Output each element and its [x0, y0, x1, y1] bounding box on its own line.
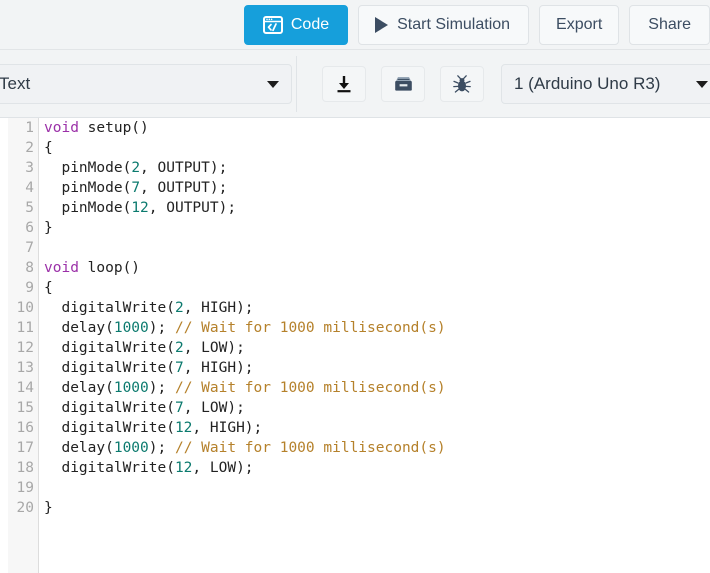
- code-line[interactable]: 6}: [0, 218, 710, 238]
- code-line[interactable]: 13 digitalWrite(7, HIGH);: [0, 358, 710, 378]
- code-line[interactable]: 9{: [0, 278, 710, 298]
- code-line-source: }: [44, 220, 53, 236]
- play-icon: [373, 16, 389, 34]
- code-line[interactable]: 17 delay(1000); // Wait for 1000 millise…: [0, 438, 710, 458]
- library-button[interactable]: [381, 66, 425, 102]
- line-number: 17: [16, 440, 34, 456]
- code-line[interactable]: 8 void loop(): [0, 258, 710, 278]
- start-simulation-button[interactable]: Start Simulation: [358, 4, 530, 45]
- code-line-source: delay(1000); // Wait for 1000 millisecon…: [44, 320, 446, 336]
- code-line-source: pinMode(2, OUTPUT);: [44, 160, 228, 176]
- code-line-source: {: [44, 140, 53, 156]
- code-button-label: Code: [290, 15, 330, 33]
- line-number: 18: [16, 460, 34, 476]
- toolbar-divider: [296, 56, 297, 112]
- code-line-source: pinMode(12, OUTPUT);: [44, 200, 237, 216]
- code-line[interactable]: 14 delay(1000); // Wait for 1000 millise…: [0, 378, 710, 398]
- editor-mode-select[interactable]: Text: [0, 64, 292, 104]
- line-number: 7: [25, 240, 34, 256]
- export-button-label: Export: [556, 15, 603, 33]
- code-line-source: void loop(): [44, 260, 141, 276]
- line-number: 6: [25, 220, 34, 236]
- code-line[interactable]: 19: [0, 478, 710, 498]
- code-line[interactable]: 18 digitalWrite(12, LOW);: [0, 458, 710, 478]
- start-simulation-label: Start Simulation: [397, 15, 511, 33]
- line-number: 19: [16, 480, 34, 496]
- code-line-source: digitalWrite(12, HIGH);: [44, 420, 263, 436]
- code-line[interactable]: 10 digitalWrite(2, HIGH);: [0, 298, 710, 318]
- line-number: 8: [25, 260, 34, 276]
- code-line[interactable]: 7: [0, 238, 710, 258]
- code-line-source: pinMode(7, OUTPUT);: [44, 180, 228, 196]
- code-line[interactable]: 1 void setup(): [0, 118, 710, 138]
- code-line-source: delay(1000); // Wait for 1000 millisecon…: [44, 440, 446, 456]
- line-number: 15: [16, 400, 34, 416]
- code-line[interactable]: 4 pinMode(7, OUTPUT);: [0, 178, 710, 198]
- code-window-icon: [262, 15, 283, 34]
- code-line-source: digitalWrite(7, LOW);: [44, 400, 245, 416]
- circuit-simulator-code-panel: Code Start Simulation Export Share Text: [0, 0, 710, 573]
- download-icon: [334, 74, 354, 94]
- line-number: 3: [25, 160, 34, 176]
- line-number: 11: [16, 320, 34, 336]
- code-line[interactable]: 20}: [0, 498, 710, 518]
- share-button-label: Share: [648, 15, 691, 33]
- chevron-down-icon: [696, 80, 708, 88]
- line-number: 13: [16, 360, 34, 376]
- board-select[interactable]: 1 (Arduino Uno R3): [501, 64, 710, 104]
- chevron-down-icon: [267, 80, 279, 88]
- code-line-source: }: [44, 500, 53, 516]
- code-line-source: digitalWrite(2, LOW);: [44, 340, 245, 356]
- export-button[interactable]: Export: [539, 4, 620, 45]
- line-number: 5: [25, 200, 34, 216]
- line-number: 1: [25, 120, 34, 136]
- code-line[interactable]: 3 pinMode(2, OUTPUT);: [0, 158, 710, 178]
- line-number: 20: [16, 500, 34, 516]
- code-line[interactable]: 16 digitalWrite(12, HIGH);: [0, 418, 710, 438]
- code-line[interactable]: 2{: [0, 138, 710, 158]
- code-line[interactable]: 11 delay(1000); // Wait for 1000 millise…: [0, 318, 710, 338]
- code-button[interactable]: Code: [243, 4, 349, 45]
- code-line[interactable]: 12 digitalWrite(2, LOW);: [0, 338, 710, 358]
- code-line[interactable]: 5 pinMode(12, OUTPUT);: [0, 198, 710, 218]
- code-line-source: {: [44, 280, 53, 296]
- editor-mode-value: Text: [0, 74, 31, 93]
- code-line-source: void setup(): [44, 120, 149, 136]
- debug-button[interactable]: [440, 66, 484, 102]
- code-line-source: delay(1000); // Wait for 1000 millisecon…: [44, 380, 446, 396]
- board-select-value: 1 (Arduino Uno R3): [514, 74, 661, 93]
- line-number: 4: [25, 180, 34, 196]
- line-number: 10: [16, 300, 34, 316]
- line-number: 14: [16, 380, 34, 396]
- line-number: 2: [25, 140, 34, 156]
- top-toolbar: Code Start Simulation Export Share: [0, 0, 710, 50]
- share-button[interactable]: Share: [629, 4, 710, 45]
- code-content[interactable]: 1 void setup() 2{3 pinMode(2, OUTPUT); 4 pi…: [0, 118, 710, 573]
- line-number: 9: [25, 280, 34, 296]
- code-line-source: digitalWrite(12, LOW);: [44, 460, 254, 476]
- code-line-source: digitalWrite(2, HIGH);: [44, 300, 254, 316]
- code-line-source: digitalWrite(7, HIGH);: [44, 360, 254, 376]
- line-number: 16: [16, 420, 34, 436]
- code-editor[interactable]: 1 void setup() 2{3 pinMode(2, OUTPUT); 4 pi…: [0, 118, 710, 573]
- line-number: 12: [16, 340, 34, 356]
- bug-icon: [452, 74, 472, 94]
- code-line[interactable]: 15 digitalWrite(7, LOW);: [0, 398, 710, 418]
- archive-box-icon: [393, 74, 414, 94]
- download-button[interactable]: [322, 66, 366, 102]
